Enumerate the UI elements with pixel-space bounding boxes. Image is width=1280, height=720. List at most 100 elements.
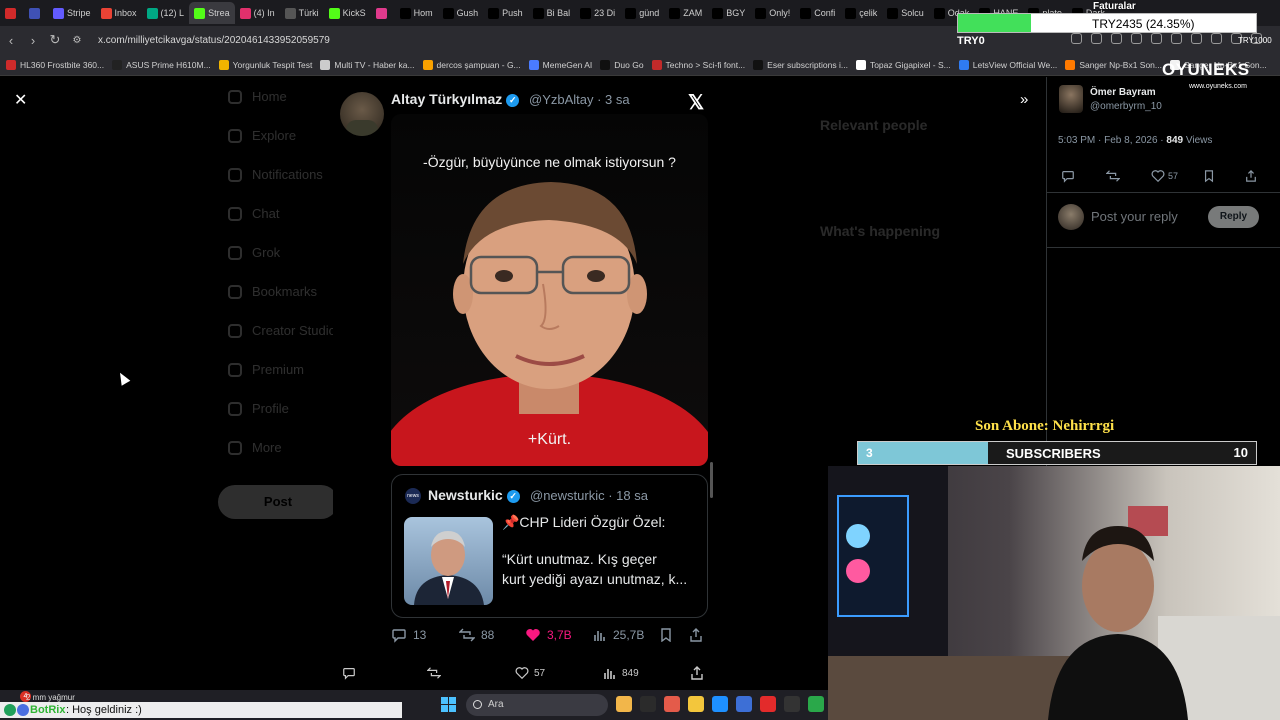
site-info-icon[interactable]: ⚙ — [66, 35, 88, 46]
author-avatar[interactable] — [340, 92, 384, 136]
taskbar-search[interactable]: Ara — [466, 694, 608, 716]
bookmark-item[interactable]: Duo Go — [600, 59, 644, 70]
browser-tab[interactable]: günd — [620, 2, 664, 24]
browser-tab[interactable]: çelik — [840, 2, 882, 24]
weather-text[interactable]: 2 mm yağmur — [26, 693, 75, 702]
extension-icon[interactable] — [1171, 33, 1182, 44]
reply-author-handle: @omerbyrm_10 — [1090, 101, 1162, 112]
extension-icon[interactable] — [1091, 33, 1102, 44]
expand-panel-icon[interactable]: » — [1020, 91, 1028, 108]
bookmark-item[interactable]: Sanger Np-Bx1 Son... — [1065, 59, 1162, 70]
bookmark-item[interactable]: ASUS Prime H610M... — [112, 59, 211, 70]
share-icon[interactable] — [1245, 169, 1257, 183]
views-button[interactable]: 25,7B — [593, 628, 644, 642]
bookmark-item[interactable]: dercos şampuan - G... — [422, 59, 521, 70]
browser-tab[interactable]: KickS — [324, 2, 371, 24]
repost-button[interactable]: 88 — [459, 627, 494, 643]
taskbar-app-icon[interactable] — [640, 696, 656, 712]
taskbar-app-icon[interactable] — [784, 696, 800, 712]
nav-icon — [228, 323, 242, 338]
url-field[interactable]: x.com/milliyetcikavga/status/20204614339… — [98, 35, 330, 46]
like-button[interactable]: 3,7B — [525, 627, 572, 643]
bookmark-item[interactable]: Techno > Sci-fi font... — [651, 59, 745, 70]
reply-author-avatar[interactable] — [1059, 85, 1083, 113]
verified-icon: ✓ — [506, 93, 520, 107]
browser-tab[interactable]: Push — [483, 2, 528, 24]
browser-tab[interactable]: Only! — [750, 2, 795, 24]
browser-tab[interactable]: (12) L — [142, 2, 190, 24]
views-button[interactable]: 849 — [603, 666, 639, 680]
dimmed-nav-item: Creator Studio — [200, 311, 345, 350]
bookmark-item[interactable]: LetsView Official We... — [958, 59, 1057, 70]
taskbar-app-icon[interactable] — [760, 696, 776, 712]
taskbar-app-icon[interactable] — [712, 696, 728, 712]
bookmark-item[interactable]: MemeGen AI — [528, 59, 592, 70]
back-icon[interactable]: ‹ — [0, 33, 22, 48]
browser-tab[interactable]: Confi — [795, 2, 840, 24]
browser-tab[interactable]: Gush — [438, 2, 484, 24]
browser-tab[interactable]: BGY — [707, 2, 750, 24]
bookmark-item[interactable]: Multi TV - Haber ka... — [320, 59, 415, 70]
like-button[interactable]: 57 — [1151, 169, 1178, 183]
reply-icon — [392, 629, 406, 643]
reply-input[interactable]: Post your reply — [1091, 209, 1178, 224]
repost-button[interactable] — [427, 666, 441, 680]
browser-tab[interactable]: (4) In — [235, 2, 280, 24]
share-button[interactable] — [689, 628, 703, 642]
tweet-image[interactable]: -Özgür, büyüyünce ne olmak istiyorsun ? … — [391, 114, 708, 466]
taskbar-app-icon[interactable] — [664, 696, 680, 712]
quote-author-handle: @newsturkic · 18 sa — [530, 488, 648, 503]
reply-button[interactable]: 13 — [391, 627, 426, 643]
taskbar-app-icon[interactable] — [688, 696, 704, 712]
browser-tab[interactable]: 23 Di — [575, 2, 620, 24]
bookmark-icon[interactable] — [1203, 169, 1215, 183]
browser-tab[interactable]: ZAM — [664, 2, 707, 24]
extension-icon[interactable] — [1111, 33, 1122, 44]
extension-icon[interactable] — [1151, 33, 1162, 44]
reply-author-name[interactable]: Ömer Bayram — [1090, 87, 1156, 98]
tab-label: günd — [639, 8, 660, 18]
windows-start-icon[interactable] — [441, 697, 456, 712]
search-icon — [473, 700, 482, 709]
author-name[interactable]: Altay Türkyılmaz ✓ — [391, 91, 520, 107]
extension-icon[interactable] — [1191, 33, 1202, 44]
browser-tab[interactable]: Hom — [395, 2, 438, 24]
browser-tab[interactable] — [0, 2, 24, 24]
reply-icon[interactable] — [1061, 169, 1075, 183]
taskbar-app-icon[interactable] — [808, 696, 824, 712]
taskbar-app-icon[interactable] — [616, 696, 632, 712]
bookmark-item[interactable]: Eser subscriptions i... — [753, 59, 848, 70]
browser-tab[interactable]: Türki — [280, 2, 324, 24]
browser-tab[interactable]: Strea — [189, 2, 235, 24]
browser-tab[interactable] — [371, 2, 395, 24]
quoted-tweet[interactable]: news Newsturkic ✓ @newsturkic · 18 sa 📌CH… — [391, 474, 708, 618]
browser-tab[interactable] — [24, 2, 48, 24]
close-icon[interactable]: ✕ — [14, 90, 27, 110]
nav-icon — [228, 401, 242, 416]
donation-goal-fill — [958, 14, 1032, 32]
bookmark-item[interactable]: HL360 Frostbite 360... — [6, 59, 104, 70]
browser-tab[interactable]: Stripe — [48, 2, 96, 24]
nav-label: Grok — [252, 245, 281, 260]
browser-tab[interactable]: Solcu — [882, 2, 929, 24]
taskbar-app-icon[interactable] — [736, 696, 752, 712]
browser-tab[interactable]: Inbox — [96, 2, 142, 24]
extension-icon[interactable] — [1071, 33, 1082, 44]
bookmark-item[interactable]: Topaz Gigapixel - S... — [855, 59, 951, 70]
bookmark-label: dercos şampuan - G... — [436, 59, 521, 70]
reload-icon[interactable]: ↻ — [44, 32, 66, 48]
scrollbar[interactable] — [710, 462, 713, 498]
forward-icon[interactable]: › — [22, 33, 44, 48]
share-button[interactable] — [690, 666, 704, 680]
bookmark-favicon-icon — [528, 59, 539, 70]
bookmark-button[interactable] — [659, 628, 673, 642]
extension-icon[interactable] — [1211, 33, 1222, 44]
tweet-card: Altay Türkyılmaz ✓ @YzbAltay · 3 sa 𝕏 -Ö… — [333, 77, 716, 690]
repost-icon[interactable] — [1106, 169, 1120, 183]
bookmark-item[interactable]: Yorgunluk Tespit Test — [218, 59, 312, 70]
reply-button[interactable] — [342, 666, 356, 680]
reply-button[interactable]: Reply — [1208, 206, 1259, 228]
extension-icon[interactable] — [1131, 33, 1142, 44]
like-button[interactable]: 57 — [515, 666, 545, 680]
browser-tab[interactable]: Bi Bal — [528, 2, 576, 24]
